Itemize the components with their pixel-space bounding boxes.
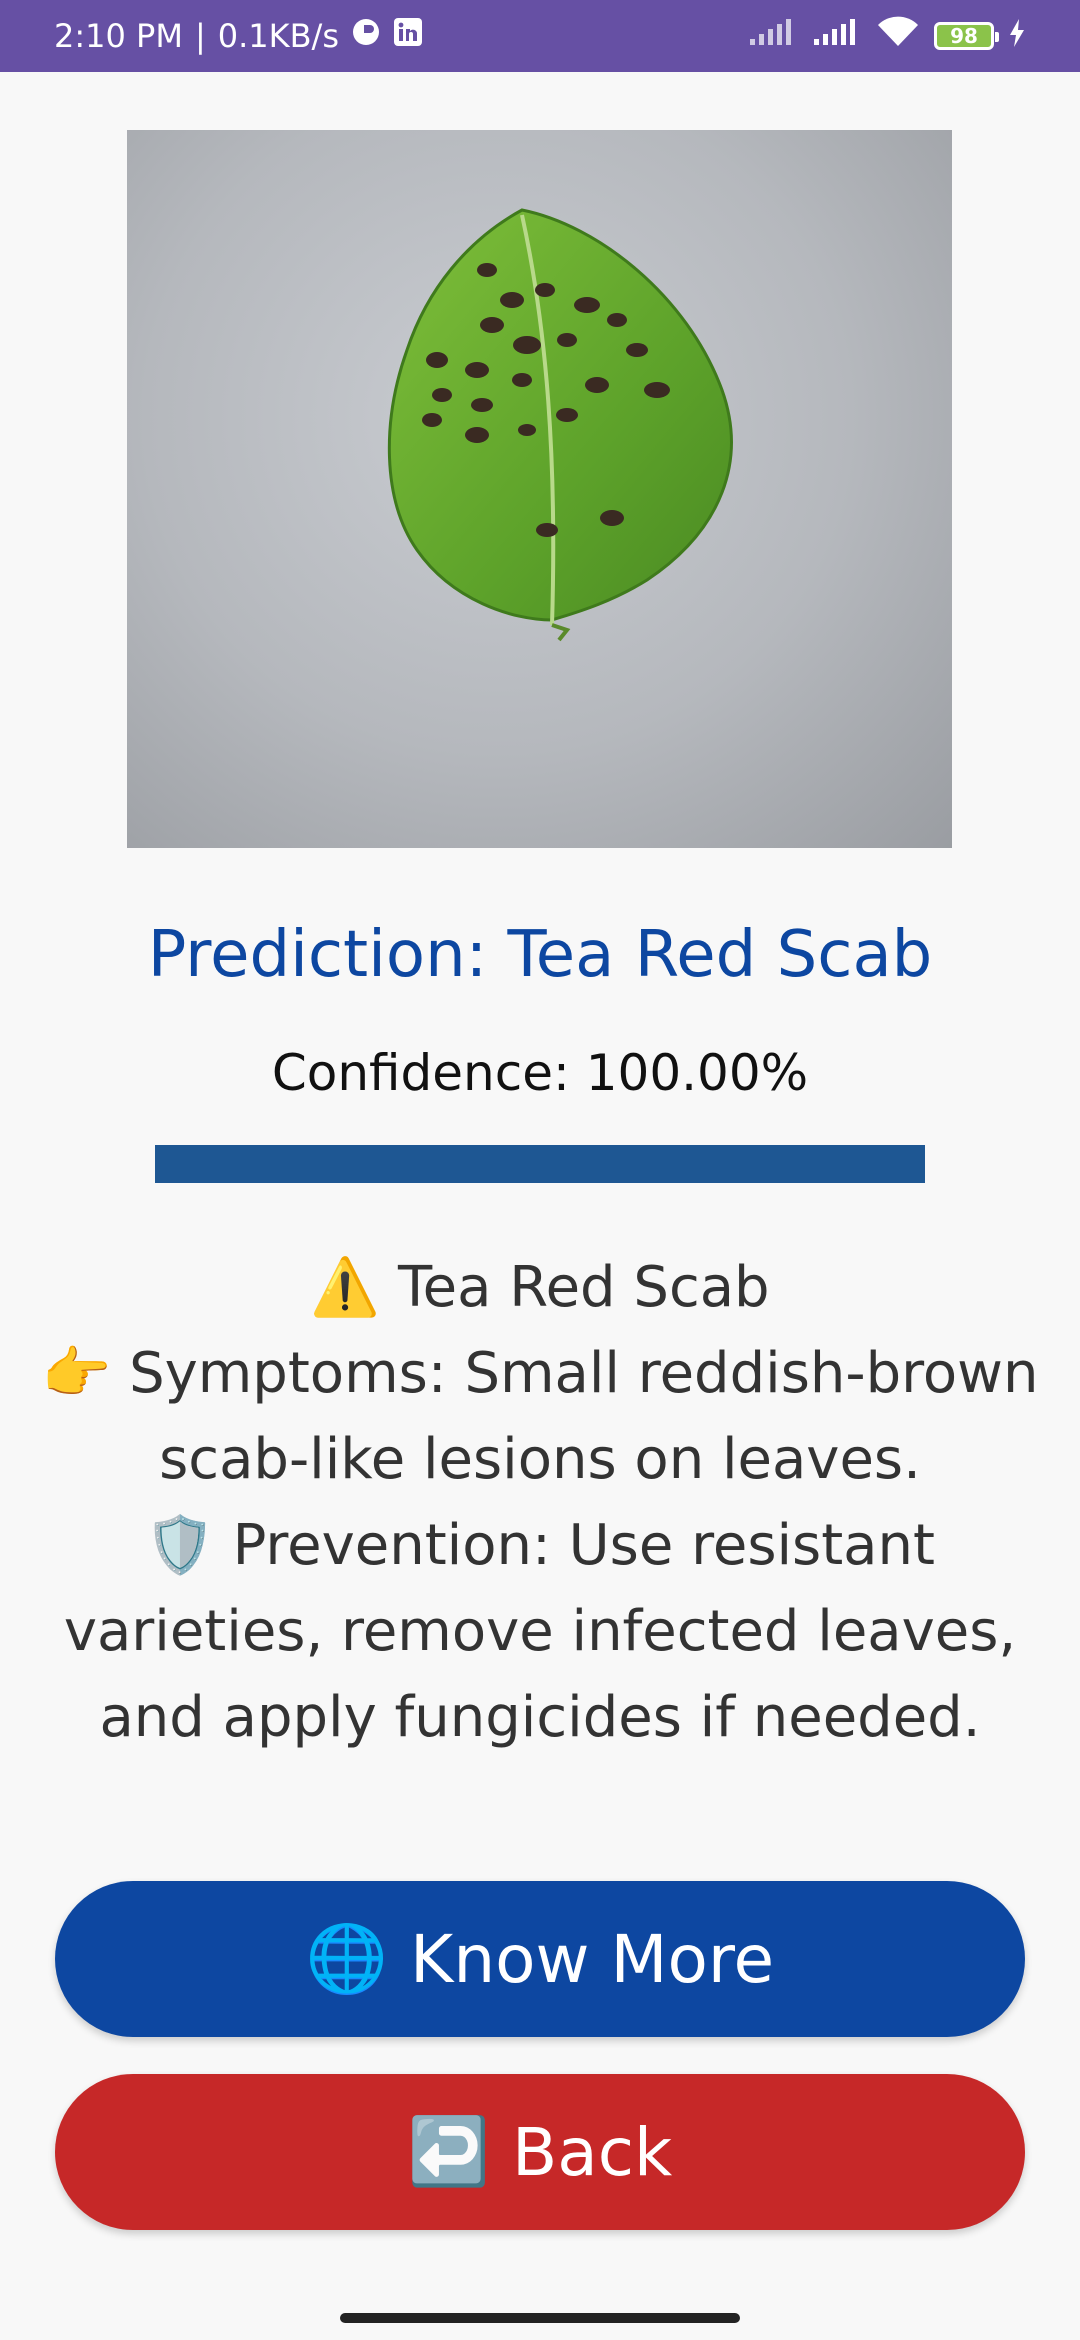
clock-app-icon	[351, 17, 381, 55]
status-separator: |	[194, 17, 206, 55]
disease-heading: ⚠️ Tea Red Scab	[40, 1245, 1040, 1331]
signal-icon	[748, 17, 798, 55]
linkedin-icon	[393, 17, 423, 55]
know-more-label: Know More	[410, 1920, 775, 1998]
confidence-bar	[155, 1145, 925, 1183]
symptoms-line: 👉 Symptoms: Small reddish-brown scab-lik…	[40, 1331, 1040, 1503]
wifi-icon	[876, 16, 920, 56]
disease-name: Tea Red Scab	[397, 1255, 770, 1320]
globe-icon: 🌐	[305, 1920, 389, 1997]
network-speed: 0.1KB/s	[217, 17, 339, 55]
status-right: 98	[748, 16, 1026, 56]
home-indicator[interactable]	[340, 2313, 740, 2323]
shield-icon: 🛡️	[145, 1513, 215, 1578]
leaf-photo	[127, 130, 952, 848]
back-label: Back	[511, 2113, 673, 2191]
charging-bolt-icon	[1008, 17, 1026, 55]
prevention-line: 🛡️ Prevention: Use resistant varieties, …	[40, 1503, 1040, 1761]
back-button[interactable]: ↩️ Back	[55, 2074, 1025, 2230]
symptoms-text: Symptoms: Small reddish-brown scab-like …	[129, 1341, 1039, 1492]
confidence-text: Confidence: 100.00%	[271, 1044, 809, 1102]
know-more-button[interactable]: 🌐 Know More	[55, 1881, 1025, 2037]
pointing-hand-icon: 👉	[41, 1341, 112, 1406]
prediction-title: Prediction: Tea Red Scab	[147, 918, 933, 992]
battery-icon: 98	[934, 22, 999, 50]
status-left: 2:10 PM | 0.1KB/s	[54, 17, 423, 55]
status-bar: 2:10 PM | 0.1KB/s 98	[0, 0, 1080, 72]
confidence-bar-fill	[155, 1145, 925, 1183]
status-time: 2:10 PM	[54, 17, 183, 55]
warning-icon: ⚠️	[310, 1255, 381, 1320]
return-arrow-icon: ↩️	[407, 2113, 490, 2190]
signal-icon	[812, 17, 862, 55]
disease-info: ⚠️ Tea Red Scab 👉 Symptoms: Small reddis…	[40, 1245, 1040, 1761]
